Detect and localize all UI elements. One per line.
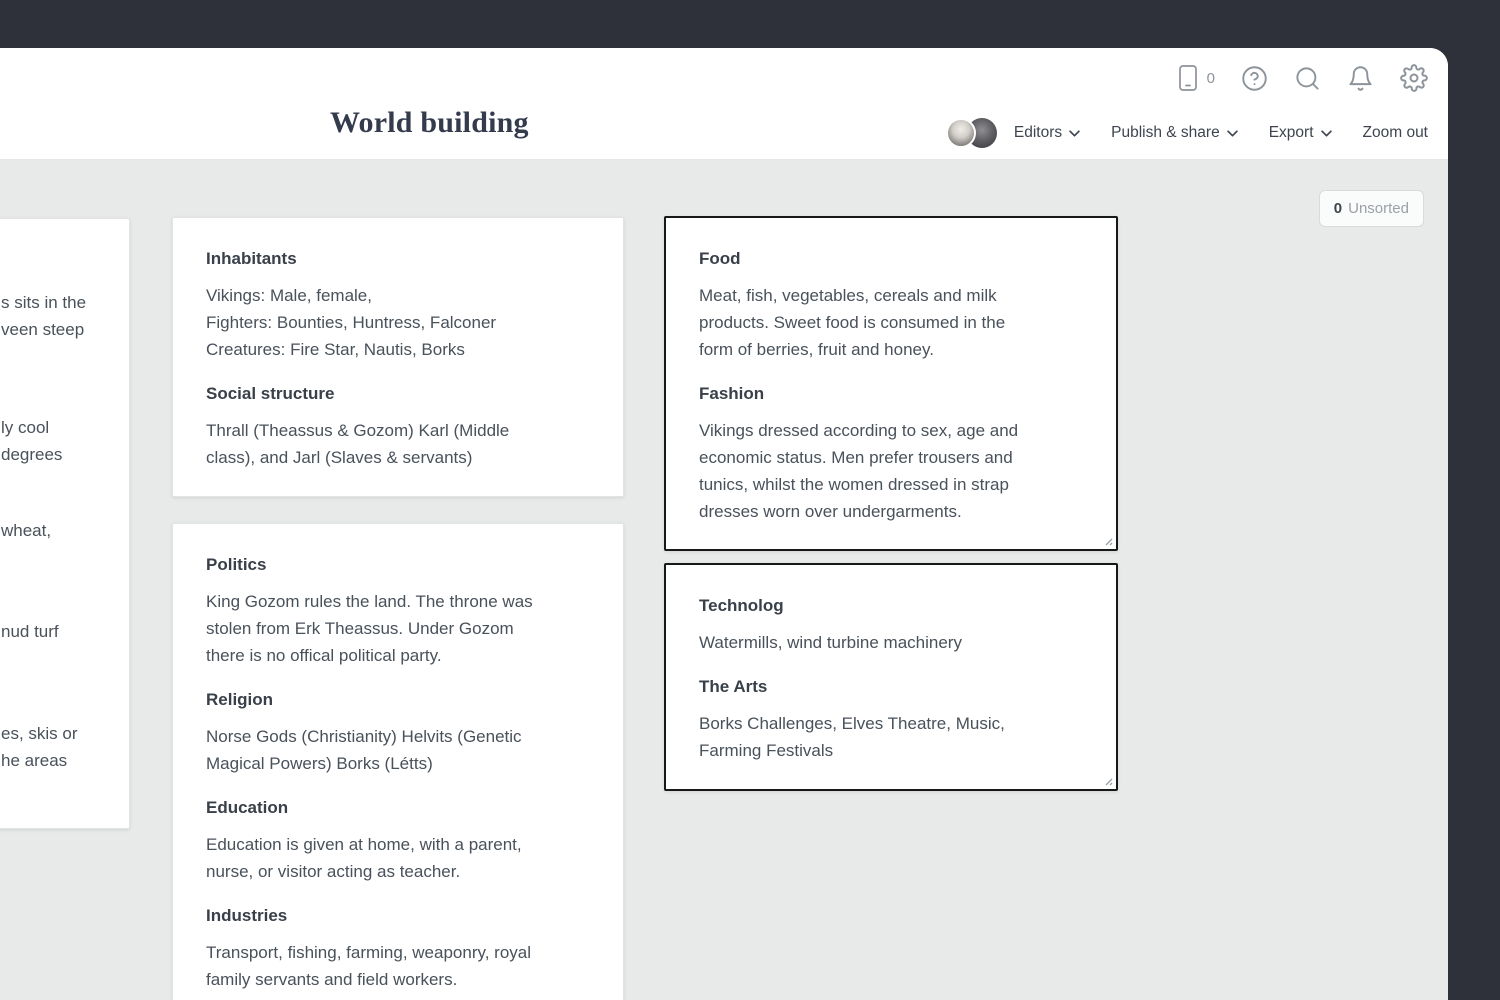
- help-button[interactable]: [1241, 65, 1268, 92]
- card-text-fragment: s sits in the veen steep: [1, 293, 87, 339]
- chevron-down-icon: [1069, 129, 1080, 137]
- card-text-fragment: es, skis or he areas: [1, 724, 78, 770]
- app-header: World building 0 Editors Publish & share…: [0, 48, 1448, 160]
- card-section-heading: Technolog: [699, 596, 784, 615]
- card-section-heading: Education: [206, 798, 289, 817]
- mobile-device-button[interactable]: 0: [1176, 64, 1215, 92]
- status-icon-row: 0: [1176, 62, 1428, 94]
- card-section-body: Borks Challenges, Elves Theatre, Music, …: [699, 714, 1005, 760]
- editors-menu-label: Editors: [1013, 124, 1063, 141]
- editors-menu[interactable]: Editors: [1014, 124, 1080, 142]
- resize-handle[interactable]: [1102, 775, 1113, 786]
- resize-handle[interactable]: [1102, 535, 1113, 546]
- publish-share-menu[interactable]: Publish & share: [1111, 124, 1238, 142]
- zoom-out-label: Zoom out: [1362, 124, 1428, 141]
- search-button[interactable]: [1294, 65, 1321, 92]
- card-section-body: Transport, fishing, farming, weaponry, r…: [206, 943, 532, 989]
- card-section-heading: The Arts: [699, 677, 768, 696]
- card-section-heading: Social structure: [206, 384, 335, 403]
- unsorted-button[interactable]: 0 Unsorted: [1318, 190, 1424, 227]
- card-section-heading: Industries: [206, 906, 288, 925]
- help-icon: [1241, 65, 1268, 92]
- card-clipped-left[interactable]: s sits in the veen steep ly cool degrees…: [0, 218, 130, 829]
- card-inhabitants[interactable]: Inhabitants Vikings: Male, female, Fight…: [172, 217, 624, 497]
- card-section-body: Education is given at home, with a paren…: [206, 835, 522, 881]
- card-food-fashion[interactable]: Food Meat, fish, vegetables, cereals and…: [664, 216, 1118, 551]
- board-canvas[interactable]: 0 Unsorted s sits in the veen steep ly c…: [0, 160, 1448, 1000]
- chevron-down-icon: [1320, 129, 1332, 137]
- card-section-heading: Politics: [206, 555, 267, 574]
- app-window: World building 0 Editors Publish & share…: [0, 48, 1448, 1000]
- card-section-body: Thrall (Theassus & Gozom) Karl (Middle c…: [206, 421, 510, 467]
- card-politics[interactable]: Politics King Gozom rules the land. The …: [172, 523, 624, 1000]
- export-menu[interactable]: Export: [1269, 124, 1332, 142]
- unsorted-count: 0: [1333, 200, 1343, 217]
- card-section-body: King Gozom rules the land. The throne wa…: [206, 592, 533, 665]
- search-icon: [1294, 65, 1321, 92]
- card-section-heading: Religion: [206, 690, 274, 709]
- export-menu-label: Export: [1268, 124, 1314, 141]
- unsorted-label: Unsorted: [1348, 200, 1409, 217]
- card-text-fragment: nud turf: [1, 622, 59, 641]
- settings-button[interactable]: [1400, 64, 1428, 92]
- card-section-body: Vikings dressed according to sex, age an…: [699, 421, 1019, 521]
- card-text-fragment: wheat,: [1, 521, 52, 540]
- notifications-button[interactable]: [1347, 65, 1374, 92]
- card-text-fragment: ly cool degrees: [1, 418, 63, 464]
- card-section-heading: Food: [699, 249, 741, 268]
- card-technology-arts[interactable]: Technolog Watermills, wind turbine machi…: [664, 563, 1118, 791]
- publish-share-menu-label: Publish & share: [1111, 124, 1220, 141]
- zoom-out-button[interactable]: Zoom out: [1363, 124, 1428, 142]
- header-toolbar: Editors Publish & share Export Zoom out: [945, 116, 1428, 150]
- notifications-icon: [1347, 65, 1374, 92]
- card-section-body: Vikings: Male, female, Fighters: Bountie…: [206, 286, 497, 359]
- card-section-body: Norse Gods (Christianity) Helvits (Genet…: [206, 727, 522, 773]
- avatar: [945, 118, 976, 148]
- device-badge-count: 0: [1206, 69, 1215, 87]
- settings-icon: [1400, 64, 1428, 92]
- card-section-body: Watermills, wind turbine machinery: [699, 633, 962, 652]
- card-section-heading: Fashion: [699, 384, 765, 403]
- card-section-body: Meat, fish, vegetables, cereals and milk…: [699, 286, 1006, 359]
- editor-avatars[interactable]: [945, 118, 997, 148]
- card-section-heading: Inhabitants: [206, 249, 297, 268]
- chevron-down-icon: [1226, 129, 1238, 137]
- board-title[interactable]: World building: [330, 106, 529, 140]
- mobile-device-icon: [1176, 64, 1200, 92]
